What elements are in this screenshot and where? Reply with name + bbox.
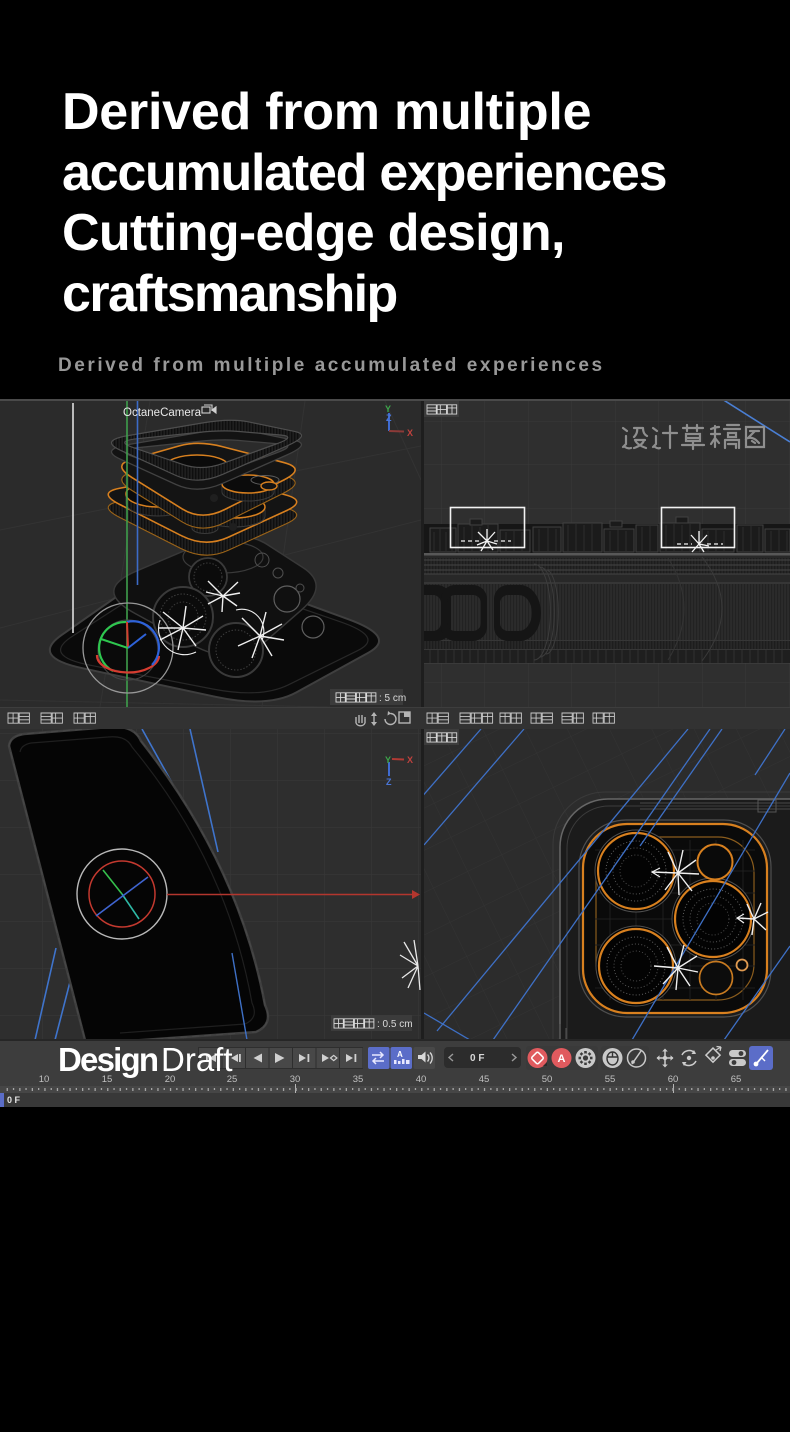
- svg-text:40: 40: [416, 1074, 427, 1085]
- svg-text:0 F: 0 F: [470, 1053, 484, 1064]
- svg-text:OctaneCamera: OctaneCamera: [123, 407, 202, 419]
- svg-text:55: 55: [605, 1074, 616, 1085]
- svg-text:45: 45: [479, 1074, 490, 1085]
- svg-text:Draft: Draft: [161, 1041, 233, 1078]
- svg-text:Z: Z: [386, 413, 392, 423]
- svg-text:X: X: [407, 428, 413, 438]
- svg-text:X: X: [407, 755, 413, 765]
- svg-text:A: A: [558, 1053, 566, 1065]
- svg-text:65: 65: [731, 1074, 742, 1085]
- svg-text:Z: Z: [386, 777, 392, 787]
- svg-text:A: A: [397, 1050, 403, 1059]
- svg-text:: 5 cm: : 5 cm: [379, 693, 406, 704]
- svg-text:Y: Y: [385, 755, 391, 765]
- svg-text:50: 50: [542, 1074, 553, 1085]
- svg-text:35: 35: [353, 1074, 364, 1085]
- svg-text:60: 60: [668, 1074, 679, 1085]
- svg-text:10: 10: [39, 1074, 50, 1085]
- svg-text:: 0.5 cm: : 0.5 cm: [377, 1019, 413, 1030]
- svg-text:Design: Design: [58, 1041, 158, 1078]
- svg-text:30: 30: [290, 1074, 301, 1085]
- svg-text:0 F: 0 F: [7, 1095, 21, 1105]
